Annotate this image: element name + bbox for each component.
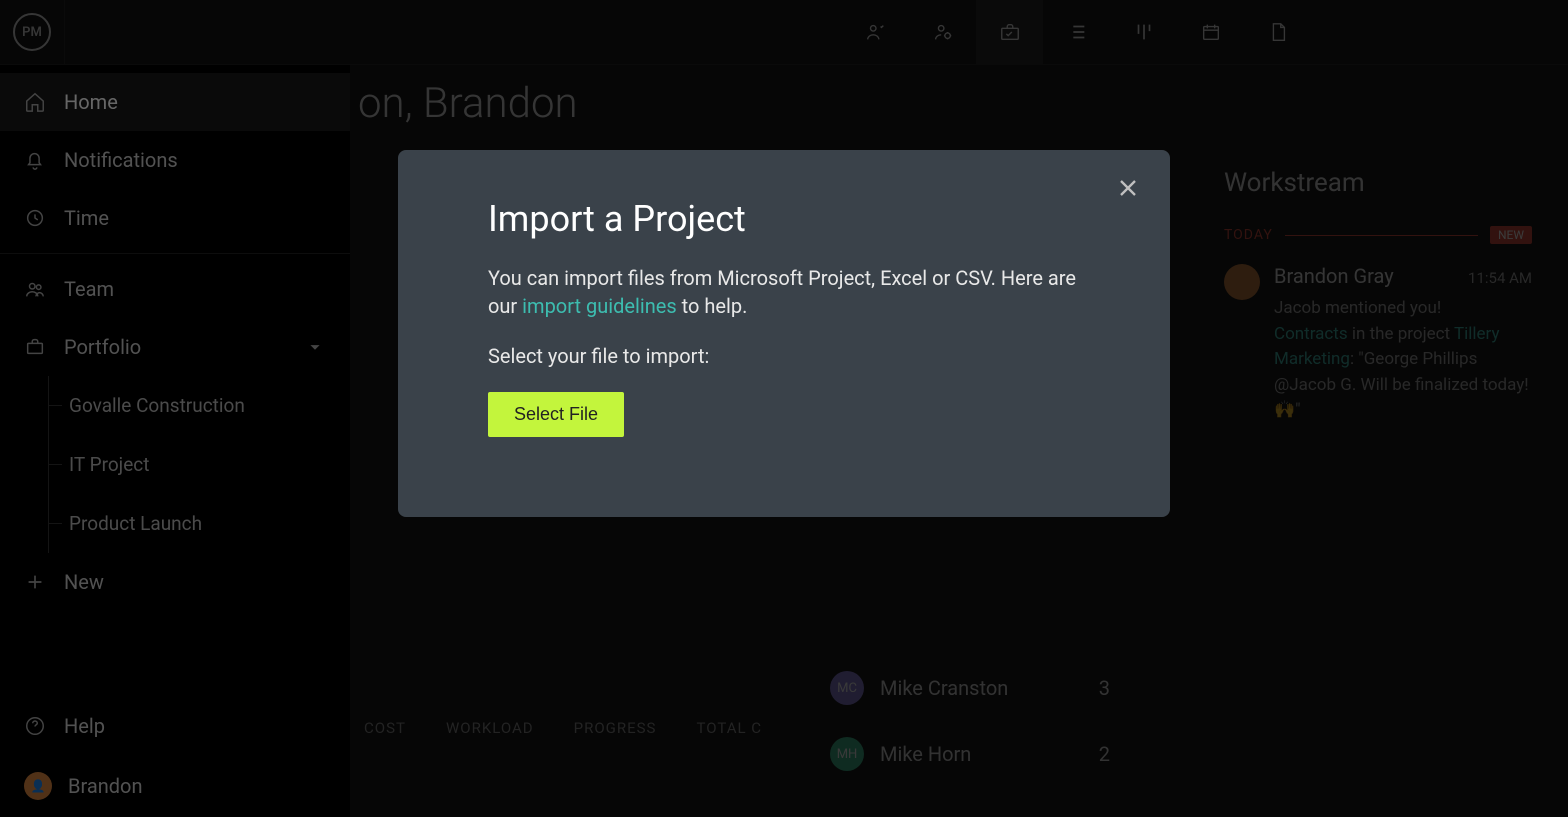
close-button[interactable] [1114, 174, 1142, 206]
modal-description: You can import files from Microsoft Proj… [488, 264, 1080, 320]
close-icon [1114, 174, 1142, 202]
modal-overlay: Import a Project You can import files fr… [0, 0, 1568, 817]
import-guidelines-link[interactable]: import guidelines [522, 294, 677, 318]
modal-title: Import a Project [488, 198, 1080, 240]
modal-select-label: Select your file to import: [488, 342, 1080, 370]
import-project-modal: Import a Project You can import files fr… [398, 150, 1170, 517]
select-file-button[interactable]: Select File [488, 392, 624, 437]
